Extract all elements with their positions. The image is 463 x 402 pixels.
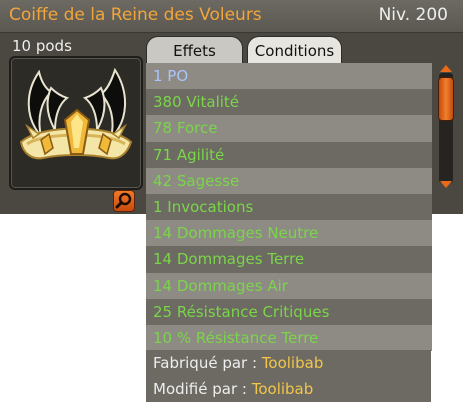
effect-row: 10 % Résistance Terre <box>146 324 432 352</box>
effect-row: 14 Dommages Terre <box>146 246 432 273</box>
tab-conditions[interactable]: Conditions <box>247 36 342 64</box>
scroll-down-arrow-icon[interactable] <box>438 180 454 190</box>
magnifier-icon <box>115 192 132 209</box>
effect-row: 42 Sagesse <box>146 167 432 194</box>
effect-row: 71 Agilité <box>146 141 432 168</box>
modified-by-label: Modifié par : <box>153 380 252 398</box>
effects-list: 1 PO 380 Vitalité 78 Force 71 Agilité 42… <box>146 63 432 352</box>
effects-scrollbar[interactable] <box>433 63 459 190</box>
crafted-by-label: Fabriqué par : <box>153 354 262 372</box>
crafted-by-name[interactable]: Toolibab <box>262 354 324 372</box>
tab-effets[interactable]: Effets <box>146 36 243 64</box>
effect-row: 1 Invocations <box>146 193 432 221</box>
effect-row: 380 Vitalité <box>146 89 432 116</box>
modified-by-row: Modifié par : Toolibab <box>146 376 431 402</box>
effect-row: 14 Dommages Neutre <box>146 220 432 247</box>
zoom-button[interactable] <box>113 190 135 212</box>
modified-by-name[interactable]: Toolibab <box>252 380 314 398</box>
item-level: Niv. 200 <box>378 5 448 25</box>
crown-icon <box>19 67 133 160</box>
scrollbar-thumb[interactable] <box>438 77 454 121</box>
effect-row: 14 Dommages Air <box>146 272 432 299</box>
item-weight: 10 pods <box>12 37 72 55</box>
title-bar: Coiffe de la Reine des Voleurs Niv. 200 <box>0 0 463 33</box>
effect-row: 1 PO <box>146 63 432 90</box>
scroll-up-arrow-icon[interactable] <box>438 63 454 73</box>
crafted-by-row: Fabriqué par : Toolibab <box>146 350 431 376</box>
effect-row: 25 Résistance Critiques <box>146 298 432 325</box>
item-image-frame <box>9 56 143 190</box>
effect-row: 78 Force <box>146 115 432 142</box>
item-title: Coiffe de la Reine des Voleurs <box>9 5 262 25</box>
